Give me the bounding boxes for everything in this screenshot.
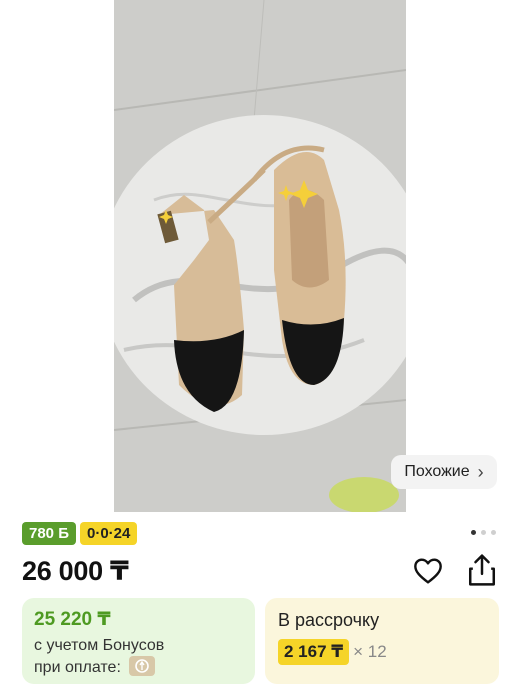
- installment-card[interactable]: В рассрочку 2 167 ₸ × 12: [265, 598, 499, 684]
- kaspi-pay-icon: [129, 656, 156, 676]
- bonus-price: 25 220 ₸: [34, 609, 111, 630]
- similar-button[interactable]: Похожие ›: [391, 455, 497, 489]
- pager-dot: [471, 530, 476, 535]
- bonus-note-line2: при оплате:: [34, 659, 121, 676]
- bonus-note: с учетом Бонусов при оплате:: [34, 635, 243, 678]
- bonus-note-line1: с учетом Бонусов: [34, 637, 165, 654]
- installment-badge: 0·0·24: [79, 522, 138, 545]
- chevron-right-icon: ›: [477, 462, 484, 482]
- product-photo[interactable]: [114, 0, 406, 512]
- badge-row: 780 Б 0·0·24: [22, 522, 138, 545]
- share-icon: [468, 554, 496, 586]
- gallery-pager: [471, 530, 496, 535]
- installment-title: В рассрочку: [278, 610, 380, 630]
- pager-dot: [491, 530, 496, 535]
- bonus-badge: 780 Б: [22, 522, 76, 545]
- favorite-button[interactable]: [412, 555, 444, 587]
- installment-multiplier: × 12: [353, 642, 387, 661]
- installment-amount: 2 167 ₸: [278, 639, 350, 665]
- heart-icon: [414, 558, 442, 584]
- product-gallery[interactable]: Похожие ›: [0, 0, 520, 512]
- installment-row: 2 167 ₸ × 12: [278, 639, 486, 665]
- share-button[interactable]: [466, 553, 498, 587]
- product-price: 26 000 ₸: [22, 556, 129, 586]
- pager-dot: [481, 530, 486, 535]
- shoes-image: [114, 0, 406, 512]
- bonus-price-card[interactable]: 25 220 ₸ с учетом Бонусов при оплате:: [22, 598, 255, 684]
- similar-label: Похожие: [404, 463, 470, 480]
- bonus-note-line2-row: при оплате:: [34, 656, 243, 678]
